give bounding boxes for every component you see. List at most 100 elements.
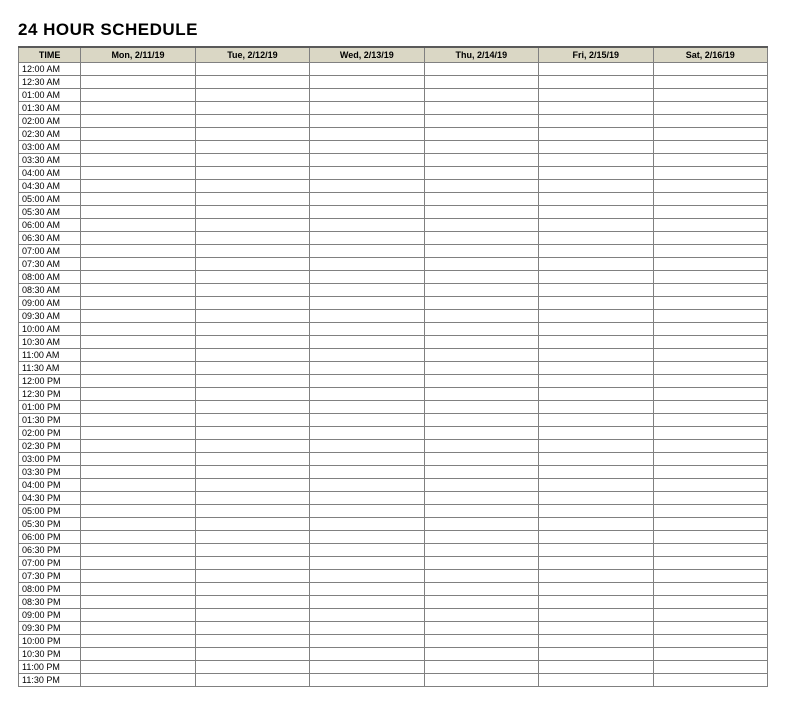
slot-cell[interactable] — [424, 271, 538, 284]
slot-cell[interactable] — [310, 414, 424, 427]
slot-cell[interactable] — [424, 674, 538, 687]
slot-cell[interactable] — [195, 453, 309, 466]
slot-cell[interactable] — [81, 76, 195, 89]
slot-cell[interactable] — [424, 115, 538, 128]
slot-cell[interactable] — [539, 141, 653, 154]
slot-cell[interactable] — [310, 102, 424, 115]
slot-cell[interactable] — [195, 362, 309, 375]
slot-cell[interactable] — [81, 193, 195, 206]
slot-cell[interactable] — [310, 63, 424, 76]
slot-cell[interactable] — [81, 284, 195, 297]
slot-cell[interactable] — [81, 570, 195, 583]
slot-cell[interactable] — [653, 102, 768, 115]
slot-cell[interactable] — [81, 245, 195, 258]
slot-cell[interactable] — [81, 661, 195, 674]
slot-cell[interactable] — [81, 596, 195, 609]
slot-cell[interactable] — [539, 180, 653, 193]
slot-cell[interactable] — [195, 544, 309, 557]
slot-cell[interactable] — [81, 206, 195, 219]
slot-cell[interactable] — [195, 505, 309, 518]
slot-cell[interactable] — [539, 635, 653, 648]
slot-cell[interactable] — [195, 648, 309, 661]
slot-cell[interactable] — [539, 648, 653, 661]
slot-cell[interactable] — [424, 401, 538, 414]
slot-cell[interactable] — [424, 375, 538, 388]
slot-cell[interactable] — [195, 297, 309, 310]
slot-cell[interactable] — [539, 479, 653, 492]
slot-cell[interactable] — [81, 102, 195, 115]
slot-cell[interactable] — [539, 466, 653, 479]
slot-cell[interactable] — [653, 63, 768, 76]
slot-cell[interactable] — [310, 466, 424, 479]
slot-cell[interactable] — [81, 427, 195, 440]
slot-cell[interactable] — [195, 674, 309, 687]
slot-cell[interactable] — [81, 388, 195, 401]
slot-cell[interactable] — [653, 401, 768, 414]
slot-cell[interactable] — [653, 583, 768, 596]
slot-cell[interactable] — [81, 414, 195, 427]
slot-cell[interactable] — [424, 505, 538, 518]
slot-cell[interactable] — [81, 349, 195, 362]
slot-cell[interactable] — [195, 206, 309, 219]
slot-cell[interactable] — [539, 401, 653, 414]
slot-cell[interactable] — [81, 375, 195, 388]
slot-cell[interactable] — [539, 505, 653, 518]
slot-cell[interactable] — [310, 440, 424, 453]
slot-cell[interactable] — [81, 63, 195, 76]
slot-cell[interactable] — [310, 609, 424, 622]
slot-cell[interactable] — [310, 323, 424, 336]
slot-cell[interactable] — [195, 245, 309, 258]
slot-cell[interactable] — [195, 63, 309, 76]
slot-cell[interactable] — [310, 193, 424, 206]
slot-cell[interactable] — [310, 388, 424, 401]
slot-cell[interactable] — [310, 648, 424, 661]
slot-cell[interactable] — [424, 128, 538, 141]
slot-cell[interactable] — [195, 258, 309, 271]
slot-cell[interactable] — [195, 557, 309, 570]
slot-cell[interactable] — [424, 388, 538, 401]
slot-cell[interactable] — [195, 89, 309, 102]
slot-cell[interactable] — [81, 167, 195, 180]
slot-cell[interactable] — [539, 167, 653, 180]
slot-cell[interactable] — [424, 648, 538, 661]
slot-cell[interactable] — [310, 544, 424, 557]
slot-cell[interactable] — [81, 271, 195, 284]
slot-cell[interactable] — [539, 258, 653, 271]
slot-cell[interactable] — [653, 128, 768, 141]
slot-cell[interactable] — [653, 232, 768, 245]
slot-cell[interactable] — [539, 583, 653, 596]
slot-cell[interactable] — [195, 271, 309, 284]
slot-cell[interactable] — [424, 232, 538, 245]
slot-cell[interactable] — [310, 349, 424, 362]
slot-cell[interactable] — [195, 596, 309, 609]
slot-cell[interactable] — [539, 674, 653, 687]
slot-cell[interactable] — [195, 310, 309, 323]
slot-cell[interactable] — [195, 388, 309, 401]
slot-cell[interactable] — [310, 505, 424, 518]
slot-cell[interactable] — [81, 219, 195, 232]
slot-cell[interactable] — [195, 414, 309, 427]
slot-cell[interactable] — [653, 245, 768, 258]
slot-cell[interactable] — [195, 570, 309, 583]
slot-cell[interactable] — [195, 492, 309, 505]
slot-cell[interactable] — [653, 557, 768, 570]
slot-cell[interactable] — [539, 297, 653, 310]
slot-cell[interactable] — [424, 167, 538, 180]
slot-cell[interactable] — [653, 635, 768, 648]
slot-cell[interactable] — [81, 583, 195, 596]
slot-cell[interactable] — [653, 297, 768, 310]
slot-cell[interactable] — [81, 466, 195, 479]
slot-cell[interactable] — [424, 492, 538, 505]
slot-cell[interactable] — [81, 89, 195, 102]
slot-cell[interactable] — [653, 479, 768, 492]
slot-cell[interactable] — [653, 596, 768, 609]
slot-cell[interactable] — [424, 141, 538, 154]
slot-cell[interactable] — [81, 323, 195, 336]
slot-cell[interactable] — [310, 245, 424, 258]
slot-cell[interactable] — [653, 544, 768, 557]
slot-cell[interactable] — [81, 609, 195, 622]
slot-cell[interactable] — [310, 206, 424, 219]
slot-cell[interactable] — [424, 570, 538, 583]
slot-cell[interactable] — [539, 76, 653, 89]
slot-cell[interactable] — [424, 206, 538, 219]
